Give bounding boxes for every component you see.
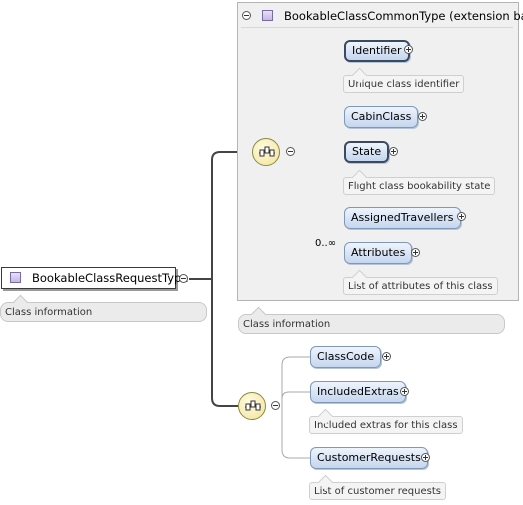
- attributes-occurrence: 0..∞: [315, 238, 337, 249]
- root-type-name: BookableClassRequestType: [32, 271, 189, 285]
- element-state[interactable]: State: [344, 141, 390, 163]
- sequence-compositor-icon[interactable]: [252, 138, 280, 166]
- expand-includedextras-icon[interactable]: [400, 387, 409, 396]
- state-annotation: Flight class bookability state: [343, 177, 496, 195]
- collapse-extension-icon[interactable]: [242, 11, 251, 20]
- collapse-sequence-icon[interactable]: [286, 147, 295, 156]
- root-annotation: Class information: [0, 302, 207, 322]
- element-customerrequests[interactable]: CustomerRequests: [310, 447, 428, 469]
- expand-customerrequests-icon[interactable]: [421, 453, 430, 462]
- element-cabinclass[interactable]: CabinClass: [344, 106, 419, 128]
- extension-annotation: Class information: [238, 314, 505, 334]
- expand-cabinclass-icon[interactable]: [418, 112, 427, 121]
- complex-type-icon: [262, 10, 273, 21]
- expand-identifier-icon[interactable]: [404, 45, 413, 54]
- expand-assignedtravellers-icon[interactable]: [457, 212, 466, 221]
- complex-type-icon: [10, 272, 21, 283]
- identifier-annotation: Unique class identifier: [343, 75, 465, 93]
- collapse-root-icon[interactable]: [179, 274, 188, 283]
- customerrequests-annotation: List of customer requests: [309, 482, 446, 500]
- expand-attributes-icon[interactable]: [411, 248, 420, 257]
- element-classcode[interactable]: ClassCode: [310, 346, 382, 368]
- sequence-compositor-icon[interactable]: [238, 392, 266, 420]
- includedextras-annotation: Included extras for this class: [309, 416, 463, 434]
- element-assignedtravellers[interactable]: AssignedTravellers: [344, 207, 461, 229]
- sequence-glyph-icon: [259, 146, 275, 157]
- attributes-annotation: List of attributes of this class: [343, 277, 498, 295]
- collapse-sequence-icon[interactable]: [271, 401, 280, 410]
- sequence-glyph-icon: [245, 400, 261, 411]
- element-attributes[interactable]: Attributes: [344, 242, 413, 264]
- element-includedextras[interactable]: IncludedExtras: [310, 381, 406, 403]
- extension-base-label: BookableClassCommonType (extension base): [284, 9, 523, 23]
- expand-classcode-icon[interactable]: [382, 352, 391, 361]
- expand-state-icon[interactable]: [389, 147, 398, 156]
- element-identifier[interactable]: Identifier: [344, 40, 410, 62]
